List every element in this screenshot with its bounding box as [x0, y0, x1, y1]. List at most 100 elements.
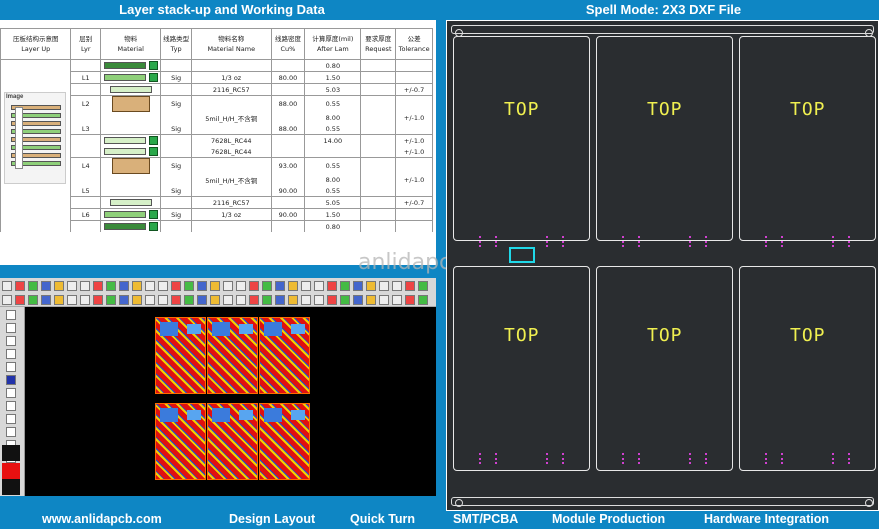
toolbar-button[interactable] — [28, 295, 38, 305]
toolbar-button[interactable] — [405, 281, 415, 291]
toolbar-button[interactable] — [418, 281, 428, 291]
toolbar-button[interactable] — [353, 295, 363, 305]
material-marker — [148, 147, 158, 156]
side-tool-button[interactable] — [6, 414, 16, 424]
table-header-row: 压板结构示意图 Layer Up 层别 Lyr 物料 Material 线路类型 Typ 物料名… — [0, 28, 433, 60]
toolbar-button[interactable] — [392, 281, 402, 291]
footer-module-production[interactable]: Module Production — [552, 511, 665, 527]
pcb-unit — [259, 403, 310, 480]
side-tool-button[interactable] — [6, 401, 16, 411]
toolbar-button[interactable] — [327, 281, 337, 291]
column-header-en: Cu% — [280, 45, 296, 53]
footer-website-link[interactable]: www.anlidapcb.com — [42, 511, 162, 527]
toolbar-button[interactable] — [210, 281, 220, 291]
toolbar-button[interactable] — [392, 295, 402, 305]
toolbar-button[interactable] — [379, 281, 389, 291]
toolbar-button[interactable] — [80, 281, 90, 291]
toolbar-button[interactable] — [93, 281, 103, 291]
toolbar-button[interactable] — [210, 295, 220, 305]
toolbar-button[interactable] — [314, 295, 324, 305]
color-swatch-red[interactable] — [2, 463, 20, 479]
toolbar-button[interactable] — [171, 295, 181, 305]
footer-smt-pcba[interactable]: SMT/PCBA — [453, 511, 518, 527]
toolbar-button[interactable] — [132, 295, 142, 305]
toolbar-button[interactable] — [171, 281, 181, 291]
toolbar-button[interactable] — [93, 295, 103, 305]
toolbar-button[interactable] — [223, 281, 233, 291]
footer-hardware-integration[interactable]: Hardware Integration — [704, 511, 829, 527]
toolbar-button[interactable] — [106, 295, 116, 305]
type-cell: Sig — [160, 208, 192, 221]
color-swatch-black[interactable] — [2, 445, 20, 461]
toolbar-button[interactable] — [301, 295, 311, 305]
toolbar-button[interactable] — [405, 295, 415, 305]
toolbar-button[interactable] — [67, 295, 77, 305]
top-side-label: TOP — [504, 325, 540, 346]
toolbar-button[interactable] — [145, 281, 155, 291]
toolbar-button[interactable] — [145, 295, 155, 305]
toolbar-button[interactable] — [184, 295, 194, 305]
side-tool-button[interactable] — [6, 427, 16, 437]
toolbar-button[interactable] — [158, 295, 168, 305]
toolbar-button[interactable] — [119, 295, 129, 305]
copper-density-cell — [270, 134, 306, 146]
dxf-panel: TOP TOP TOP TOP TOP TOP — [446, 20, 879, 511]
toolbar-button[interactable] — [275, 295, 285, 305]
cam-canvas[interactable] — [25, 307, 436, 496]
toolbar-button[interactable] — [418, 295, 428, 305]
toolbar-button[interactable] — [41, 295, 51, 305]
request-cell — [360, 196, 397, 209]
toolbar-button[interactable] — [184, 281, 194, 291]
toolbar-button[interactable] — [197, 295, 207, 305]
toolbar-button[interactable] — [15, 281, 25, 291]
toolbar-button[interactable] — [262, 295, 272, 305]
toolbar-button[interactable] — [41, 281, 51, 291]
side-tool-button[interactable] — [6, 323, 16, 333]
toolbar-button[interactable] — [2, 295, 12, 305]
toolbar-button[interactable] — [275, 281, 285, 291]
toolbar-button[interactable] — [223, 295, 233, 305]
toolbar-button[interactable] — [54, 281, 64, 291]
toolbar-button[interactable] — [236, 281, 246, 291]
toolbar-button[interactable] — [340, 295, 350, 305]
toolbar-button[interactable] — [15, 295, 25, 305]
toolbar-button[interactable] — [353, 281, 363, 291]
toolbar-button[interactable] — [314, 281, 324, 291]
toolbar-button[interactable] — [301, 281, 311, 291]
footer-quick-turn[interactable]: Quick Turn — [350, 511, 415, 527]
side-tool-button[interactable] — [6, 349, 16, 359]
toolbar-button[interactable] — [249, 295, 259, 305]
type-cell — [160, 196, 192, 209]
toolbar-button[interactable] — [2, 281, 12, 291]
toolbar-button[interactable] — [106, 281, 116, 291]
toolbar-button[interactable] — [288, 281, 298, 291]
toolbar-button[interactable] — [366, 281, 376, 291]
toolbar-button[interactable] — [327, 295, 337, 305]
side-tool-button[interactable] — [6, 310, 16, 320]
toolbar-button[interactable] — [54, 295, 64, 305]
side-tool-button[interactable] — [6, 388, 16, 398]
toolbar-button[interactable] — [132, 281, 142, 291]
toolbar-button[interactable] — [249, 281, 259, 291]
toolbar-button[interactable] — [366, 295, 376, 305]
side-tool-button[interactable] — [6, 362, 16, 372]
toolbar-button[interactable] — [288, 295, 298, 305]
toolbar-button[interactable] — [340, 281, 350, 291]
toolbar-button[interactable] — [379, 295, 389, 305]
toolbar-button[interactable] — [158, 281, 168, 291]
color-swatch-black[interactable] — [2, 479, 20, 495]
toolbar-button[interactable] — [119, 281, 129, 291]
side-tool-button[interactable] — [6, 336, 16, 346]
footer-design-layout[interactable]: Design Layout — [229, 511, 315, 527]
toolbar-button[interactable] — [80, 295, 90, 305]
material-name-cell: 2116_RC57 — [190, 196, 272, 209]
column-header: 线路类型 Typ — [160, 28, 192, 60]
core-material — [111, 158, 150, 174]
toolbar-button[interactable] — [262, 281, 272, 291]
toolbar-button[interactable] — [67, 281, 77, 291]
toolbar-button[interactable] — [28, 281, 38, 291]
after-lam-cell: 0.55 — [304, 185, 362, 197]
side-tool-button[interactable] — [6, 375, 16, 385]
toolbar-button[interactable] — [197, 281, 207, 291]
toolbar-button[interactable] — [236, 295, 246, 305]
